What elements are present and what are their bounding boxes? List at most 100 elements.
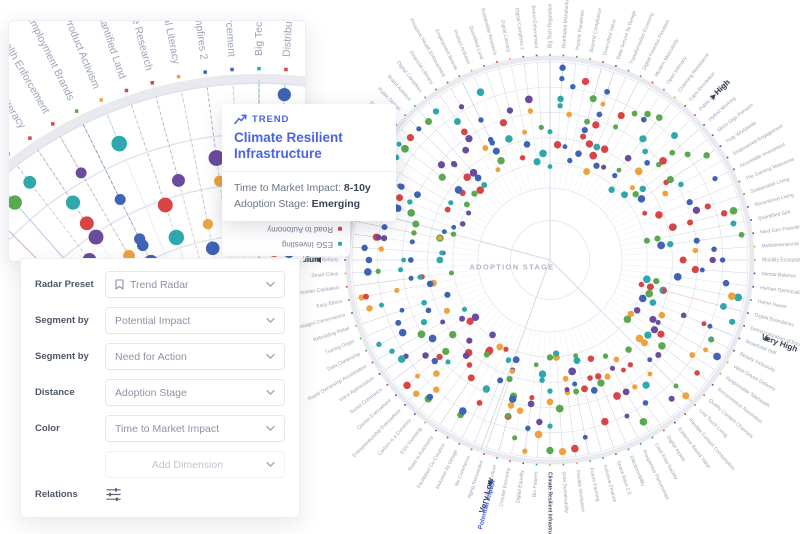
svg-text:Me Commerce: Me Commerce bbox=[454, 455, 472, 488]
svg-text:Human Optimization: Human Optimization bbox=[760, 285, 800, 297]
config-row: Distance Adoption Stage bbox=[35, 379, 285, 406]
svg-text:Digital Campfires 2: Digital Campfires 2 bbox=[514, 8, 525, 51]
svg-text:Sustainable Living: Sustainable Living bbox=[750, 176, 791, 195]
config-select-radar-preset[interactable]: Trend Radar bbox=[105, 271, 285, 298]
svg-text:Proactive Health Enforcement: Proactive Health Enforcement bbox=[408, 18, 447, 79]
chevron-down-icon[interactable] bbox=[266, 460, 275, 469]
config-row-label: Radar Preset bbox=[35, 279, 105, 290]
svg-text:Digital Campfires 2: Digital Campfires 2 bbox=[186, 20, 209, 61]
chevron-down-icon[interactable] bbox=[266, 424, 275, 433]
svg-text:Postnic Pandemic: Postnic Pandemic bbox=[575, 9, 586, 50]
svg-text:Quantified Land: Quantified Land bbox=[467, 25, 484, 61]
svg-text:Distributed Manufacturing: Distributed Manufacturing bbox=[281, 20, 301, 57]
radar-config-panel[interactable]: Radar Preset Trend Radar Segment by Potenti… bbox=[20, 258, 300, 518]
svg-text:Digital Boundaries: Digital Boundaries bbox=[754, 312, 795, 328]
config-select-add-dimension[interactable]: Add Dimension bbox=[105, 451, 285, 478]
svg-text:Brand Enforcement: Brand Enforcement bbox=[530, 5, 539, 49]
relations-label: Relations bbox=[35, 489, 105, 500]
config-row-label: Color bbox=[35, 423, 105, 434]
legend-swatch bbox=[338, 241, 342, 245]
svg-text:Recommerce Revolution: Recommerce Revolution bbox=[716, 387, 763, 425]
svg-text:Digital Equality: Digital Equality bbox=[515, 469, 525, 503]
svg-text:Home Haven: Home Haven bbox=[757, 299, 787, 311]
svg-text:Easy Ethics: Easy Ethics bbox=[316, 299, 343, 310]
legend-item: Road to Autonomy bbox=[230, 221, 342, 236]
svg-text:Recentered Living: Recentered Living bbox=[754, 192, 795, 208]
config-select-value: Trend Radar bbox=[130, 279, 260, 291]
svg-text:Smart Cities: Smart Cities bbox=[311, 271, 339, 279]
config-row-label: Segment by bbox=[35, 351, 105, 362]
svg-text:Distributed Manufacturing: Distributed Manufacturing bbox=[561, 0, 571, 49]
tooltip-kicker-text: TREND bbox=[252, 114, 289, 125]
tooltip-row: Adoption Stage: Emerging bbox=[234, 196, 384, 212]
svg-text:Mobility Ecosystems: Mobility Ecosystems bbox=[762, 257, 800, 263]
legend-swatch bbox=[338, 226, 342, 230]
svg-text:Climate Resilient Infrastructu: Climate Resilient Infrastructure bbox=[547, 472, 553, 534]
tooltip-row-value: Emerging bbox=[312, 198, 360, 210]
tooltip-row-label: Time to Market Impact: bbox=[234, 182, 344, 194]
config-row: Segment byNeed for Action bbox=[35, 343, 285, 370]
legend-item: ESG Investing bbox=[230, 236, 342, 251]
config-control-list: Radar Preset Trend Radar Segment by Potenti… bbox=[35, 271, 285, 478]
config-select-value: Adoption Stage bbox=[115, 387, 260, 399]
config-select-distance[interactable]: Adoption Stage bbox=[105, 379, 285, 406]
trend-tooltip[interactable]: TREND Climate Resilient Infrastructure T… bbox=[222, 104, 396, 221]
chevron-down-icon[interactable] bbox=[266, 352, 275, 361]
config-select-segment-by[interactable]: Potential Impact bbox=[105, 307, 285, 334]
svg-text:Big Tech Regulation: Big Tech Regulation bbox=[253, 20, 265, 56]
trend-up-icon bbox=[234, 114, 247, 125]
config-select-color[interactable]: Time to Market Impact bbox=[105, 415, 285, 442]
svg-text:Beyond Compliance: Beyond Compliance bbox=[589, 7, 604, 52]
svg-text:High: High bbox=[713, 78, 732, 97]
svg-text:Quantified Self: Quantified Self bbox=[757, 210, 791, 222]
svg-text:Quality Content Channels: Quality Content Channels bbox=[707, 398, 754, 440]
bookmark-icon bbox=[115, 279, 124, 290]
svg-text:Tracing Origin: Tracing Origin bbox=[324, 339, 355, 357]
tooltip-title: Climate Resilient Infrastructure bbox=[234, 130, 384, 162]
chevron-down-icon[interactable] bbox=[266, 316, 275, 325]
svg-text:Electromobility: Electromobility bbox=[628, 455, 646, 488]
chevron-down-icon[interactable] bbox=[266, 280, 275, 289]
radar-chart[interactable]: Big Tech Regulation Distributed Manufactu… bbox=[276, 0, 800, 534]
svg-text:Diversified Value: Diversified Value bbox=[602, 18, 617, 56]
svg-text:Next Gen Parenting: Next Gen Parenting bbox=[760, 224, 800, 236]
svg-text:Data Sustainability: Data Sustainability bbox=[561, 471, 570, 513]
relations-row[interactable]: Relations bbox=[35, 487, 285, 502]
svg-text:Big Tech Regulation: Big Tech Regulation bbox=[547, 3, 553, 48]
config-row: Add Dimension bbox=[35, 451, 285, 478]
svg-text:Bio Futures: Bio Futures bbox=[532, 471, 540, 497]
config-row: Segment by Potential Impact bbox=[35, 307, 285, 334]
svg-text:Future Farming: Future Farming bbox=[588, 467, 601, 502]
legend-label: ESG Investing bbox=[282, 236, 333, 251]
svg-text:Quantified Land: Quantified Land bbox=[93, 20, 128, 81]
svg-text:Rapid Ownership Acceleration: Rapid Ownership Acceleration bbox=[307, 364, 368, 403]
tooltip-detail-rows: Time to Market Impact: 8-10yAdoption Sta… bbox=[234, 180, 384, 213]
svg-text:Digital Literacy: Digital Literacy bbox=[499, 19, 511, 53]
radar-center-label: ADOPTION STAGE bbox=[469, 263, 554, 272]
config-row-label: Distance bbox=[35, 387, 105, 398]
tooltip-divider bbox=[222, 171, 396, 172]
svg-text:Digital Literacy: Digital Literacy bbox=[157, 20, 182, 66]
app-canvas: Big Tech Regulation Distributed Manufactu… bbox=[0, 0, 800, 531]
config-row-label: Segment by bbox=[35, 315, 105, 326]
config-select-value: Time to Market Impact bbox=[115, 423, 260, 435]
svg-text:Flexible Workplace: Flexible Workplace bbox=[574, 470, 585, 513]
config-row: Color Time to Market Impact bbox=[35, 415, 285, 442]
tooltip-row: Time to Market Impact: 8-10y bbox=[234, 180, 384, 196]
config-select-value: Potential Impact bbox=[115, 315, 260, 327]
svg-text:Multidimensional Me: Multidimensional Me bbox=[761, 240, 800, 249]
config-select-value: Add Dimension bbox=[115, 459, 260, 471]
tooltip-kicker: TREND bbox=[234, 114, 384, 125]
sliders-icon[interactable] bbox=[105, 487, 122, 502]
tooltip-row-value: 8-10y bbox=[344, 182, 371, 194]
legend-label: Road to Autonomy bbox=[267, 221, 333, 236]
chevron-down-icon[interactable] bbox=[266, 388, 275, 397]
svg-text:Brand Enforcement: Brand Enforcement bbox=[220, 20, 238, 57]
svg-text:Mental Balance: Mental Balance bbox=[761, 271, 796, 279]
tooltip-row-label: Adoption Stage: bbox=[234, 198, 312, 210]
config-select-segment-by[interactable]: Need for Action bbox=[105, 343, 285, 370]
svg-text:Space Race 2.0: Space Race 2.0 bbox=[615, 460, 632, 496]
svg-text:Rebuilding Retail: Rebuilding Retail bbox=[313, 326, 351, 344]
config-row: Radar Preset Trend Radar bbox=[35, 271, 285, 298]
svg-text:Circular Economy: Circular Economy bbox=[498, 467, 512, 507]
